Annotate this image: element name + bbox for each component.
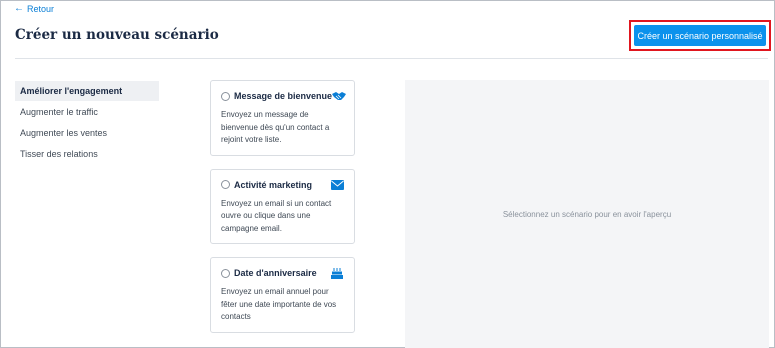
back-link[interactable]: ← Retour xyxy=(14,3,55,15)
envelope-icon xyxy=(330,179,344,191)
scenario-list: Message de bienvenue Envoyez un message … xyxy=(210,80,355,346)
sidebar-item-relations[interactable]: Tisser des relations xyxy=(15,144,159,164)
sidebar-item-traffic[interactable]: Augmenter le traffic xyxy=(15,102,159,122)
card-title: Date d'anniversaire xyxy=(234,268,317,278)
sidebar-item-engagement[interactable]: Améliorer l'engagement xyxy=(15,81,159,101)
highlight-frame: Créer un scénario personnalisé xyxy=(629,20,771,51)
scenario-card-welcome[interactable]: Message de bienvenue Envoyez un message … xyxy=(210,80,355,156)
arrow-left-icon: ← xyxy=(14,3,24,14)
category-sidebar: Améliorer l'engagement Augmenter le traf… xyxy=(15,81,159,165)
sidebar-item-sales[interactable]: Augmenter les ventes xyxy=(15,123,159,143)
preview-placeholder: Sélectionnez un scénario pour en avoir l… xyxy=(502,210,672,219)
page-title: Créer un nouveau scénario xyxy=(15,27,219,43)
scenario-card-birthday[interactable]: Date d'anniversaire Envoyez un email ann… xyxy=(210,257,355,333)
radio-button[interactable] xyxy=(221,180,230,189)
radio-button[interactable] xyxy=(221,268,230,278)
card-description: Envoyez un email si un contact ouvre ou … xyxy=(221,198,332,233)
create-custom-scenario-button[interactable]: Créer un scénario personnalisé xyxy=(634,25,766,46)
back-label: Retour xyxy=(27,4,55,14)
header-divider xyxy=(15,58,768,59)
card-title: Message de bienvenue xyxy=(234,91,333,101)
preview-panel: Sélectionnez un scénario pour en avoir l… xyxy=(405,80,769,348)
card-description: Envoyez un email annuel pour fêter une d… xyxy=(221,287,337,321)
radio-button[interactable] xyxy=(221,91,230,101)
cake-icon xyxy=(330,267,344,279)
card-title: Activité marketing xyxy=(234,179,313,190)
handshake-icon xyxy=(332,90,347,102)
card-description: Envoyez un message de bienvenue dès qu'u… xyxy=(221,110,330,144)
scenario-card-marketing[interactable]: Activité marketing Envoyez un email si u… xyxy=(210,168,355,244)
